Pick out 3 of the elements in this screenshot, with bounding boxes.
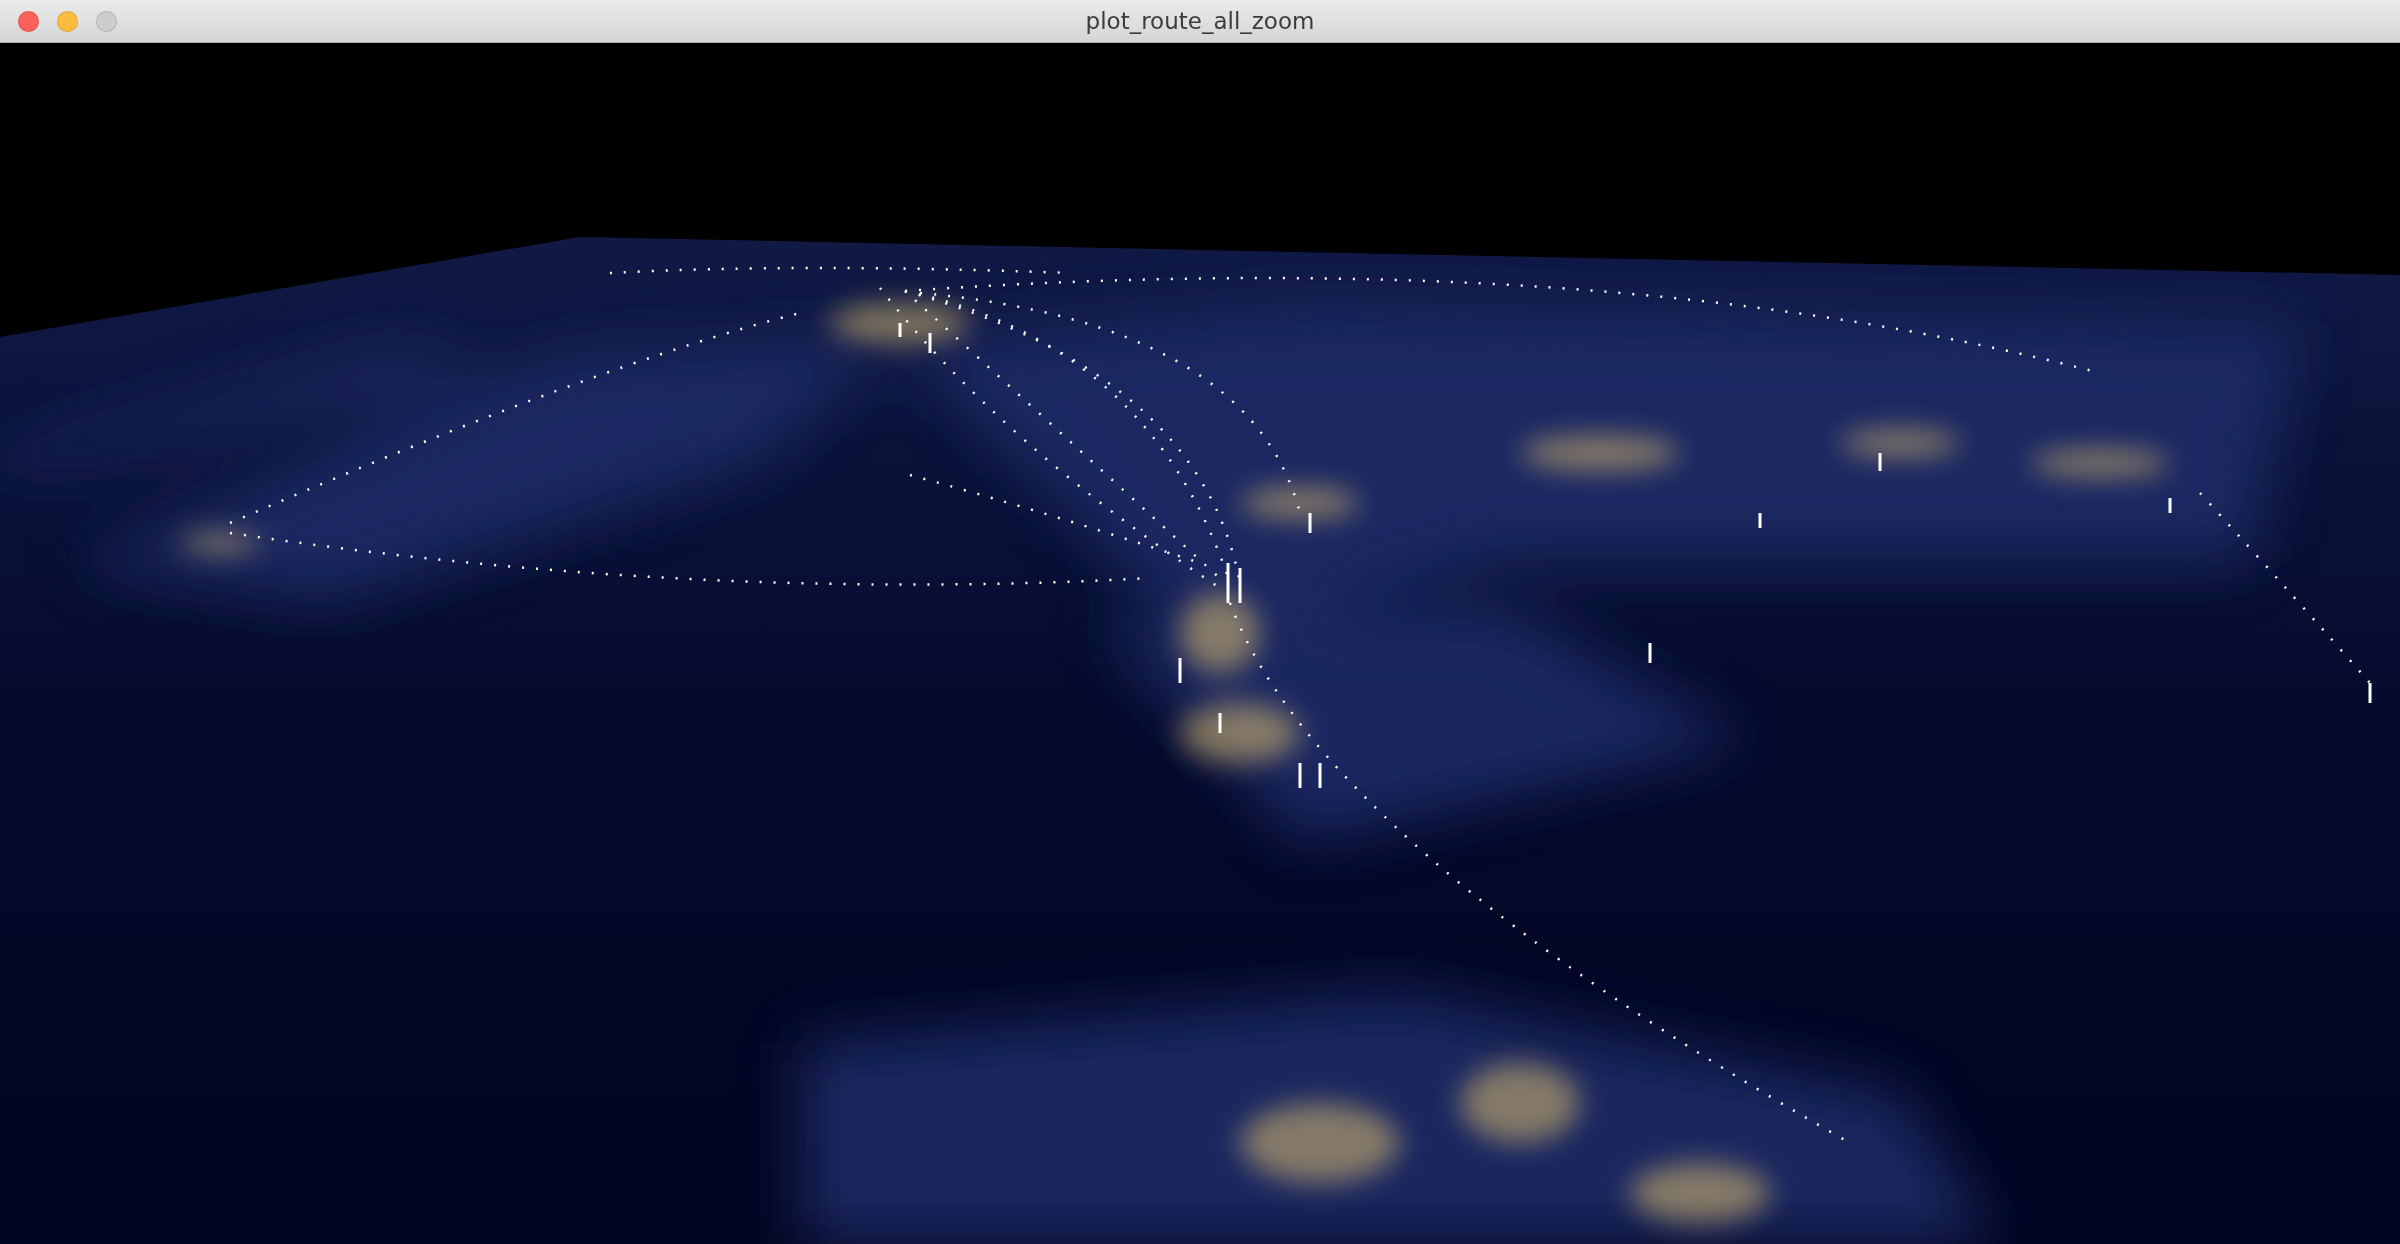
window-title: plot_route_all_zoom (1085, 8, 1315, 34)
close-window-button[interactable] (18, 10, 39, 32)
minimize-window-button[interactable] (57, 10, 78, 32)
